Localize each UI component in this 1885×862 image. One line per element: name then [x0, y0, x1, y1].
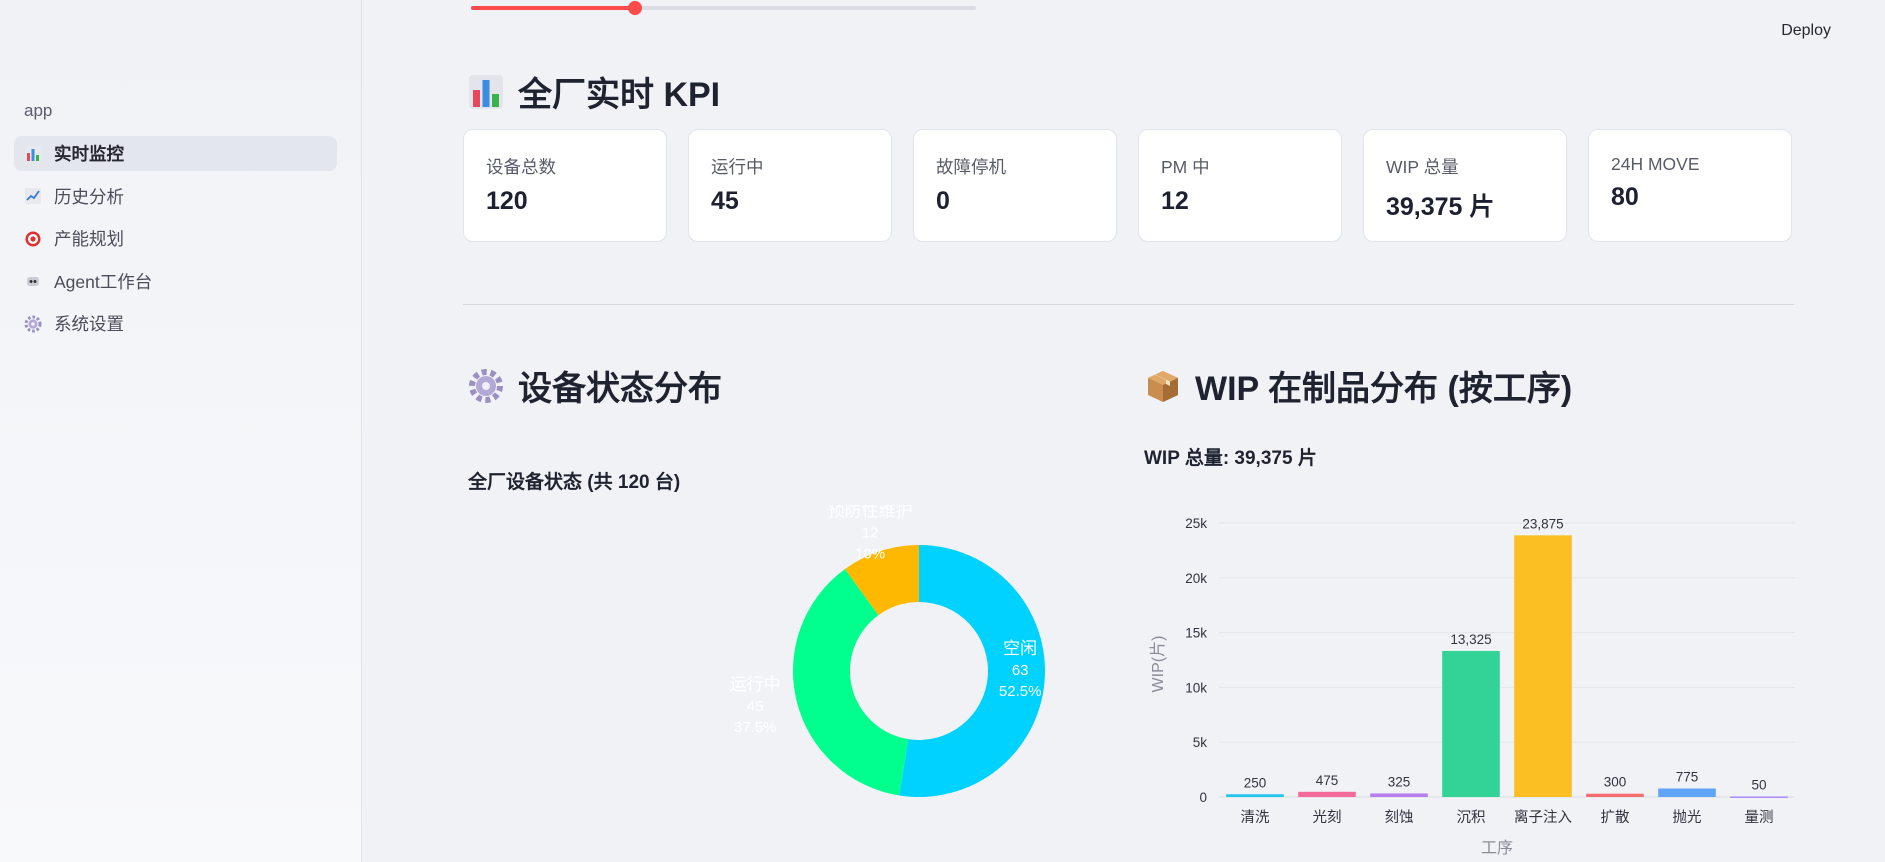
y-tick-label: 25k — [1185, 516, 1207, 531]
kpi-value: 12 — [1161, 187, 1189, 215]
sidebar-item-realtime-monitor[interactable]: 实时监控 — [14, 136, 337, 171]
bar-chart-icon — [24, 145, 42, 163]
y-tick-label: 20k — [1185, 571, 1207, 586]
bar[interactable] — [1586, 793, 1644, 797]
bar-value-label: 13,325 — [1450, 632, 1491, 647]
x-tick-label: 清洗 — [1241, 809, 1270, 826]
pie-label-value: 63 — [1012, 662, 1029, 679]
bar[interactable] — [1370, 793, 1428, 797]
pie-label-name: 运行中 — [730, 675, 781, 694]
equipment-heading: 设备状态分布 — [468, 361, 722, 410]
bar[interactable] — [1514, 535, 1572, 797]
kpi-row: 设备总数 120 运行中 45 故障停机 0 PM 中 12 WIP 总量 39… — [463, 129, 1792, 242]
sidebar-item-label: 产能规划 — [54, 229, 124, 249]
bar-value-label: 250 — [1244, 775, 1267, 790]
bar-value-label: 325 — [1388, 774, 1411, 789]
sidebar-item-agent-workbench[interactable]: Agent工作台 — [14, 264, 337, 299]
sidebar-item-label: 系统设置 — [54, 314, 124, 334]
y-tick-label: 0 — [1199, 790, 1207, 805]
x-tick-label: 刻蚀 — [1385, 809, 1414, 826]
bar-value-label: 775 — [1676, 770, 1699, 785]
x-tick-label: 沉积 — [1457, 809, 1486, 826]
section-title: 设备状态分布 — [518, 370, 722, 408]
kpi-card-wip-total: WIP 总量 39,375 片 — [1363, 129, 1567, 242]
chart-title: 全厂设备状态 (共 120 台) — [468, 472, 681, 493]
kpi-value: 120 — [486, 187, 528, 215]
sidebar-nav: 实时监控 历史分析 产能规划 Agent工作台 系统设置 — [14, 136, 337, 349]
bar-chart-icon — [468, 74, 504, 110]
x-tick-label: 离子注入 — [1514, 809, 1572, 826]
slider-thumb[interactable] — [628, 1, 643, 15]
bar-value-label: 300 — [1604, 775, 1627, 790]
page-title: 全厂实时 KPI — [518, 76, 721, 114]
kpi-heading: 全厂实时 KPI — [468, 67, 720, 116]
kpi-value: 45 — [711, 187, 739, 215]
robot-icon — [24, 272, 42, 290]
x-tick-label: 扩散 — [1601, 809, 1630, 826]
kpi-card-total-equipment: 设备总数 120 — [463, 129, 667, 242]
app-label: app — [24, 101, 53, 120]
bar[interactable] — [1442, 650, 1500, 797]
x-tick-label: 量测 — [1745, 809, 1774, 826]
main-content: Deploy 全厂实时 KPI 设备总数 120 运行中 45 故障停机 0 P… — [363, 0, 1885, 862]
kpi-label: 运行中 — [711, 157, 764, 177]
sidebar-item-history-analysis[interactable]: 历史分析 — [14, 179, 337, 214]
gear-icon — [24, 315, 42, 333]
bar[interactable] — [1730, 796, 1788, 798]
kpi-card-24h-move: 24H MOVE 80 — [1588, 129, 1792, 242]
kpi-value: 80 — [1611, 183, 1639, 211]
kpi-value: 0 — [936, 187, 950, 215]
trend-chart-icon — [24, 187, 42, 205]
section-title: WIP 在制品分布 (按工序) — [1195, 370, 1573, 408]
wip-bar-chart: 0 5k 10k 15k 20k 25k 250 清洗 475 光刻 325 刻蚀 13,325 沉积 23… — [1149, 516, 1795, 857]
pie-label-value: 12 — [862, 525, 879, 542]
bar-value-label: 475 — [1316, 773, 1339, 788]
y-tick-label: 5k — [1193, 735, 1208, 750]
kpi-label: 故障停机 — [936, 157, 1006, 177]
pie-label-value: 45 — [747, 698, 764, 715]
deploy-button[interactable]: Deploy — [1781, 22, 1831, 40]
pie-label-name: 预防性维护 — [828, 505, 913, 521]
sidebar-item-system-settings[interactable]: 系统设置 — [14, 306, 337, 341]
y-tick-label: 15k — [1185, 626, 1207, 641]
x-tick-label: 光刻 — [1313, 809, 1342, 826]
divider — [463, 304, 1794, 305]
sidebar-item-label: 实时监控 — [54, 144, 124, 164]
kpi-card-pm: PM 中 12 — [1138, 129, 1342, 242]
slider-fill — [471, 6, 636, 10]
sidebar-item-capacity-planning[interactable]: 产能规划 — [14, 221, 337, 256]
kpi-card-fault-down: 故障停机 0 — [913, 129, 1117, 242]
pie-label-percent: 10% — [855, 546, 885, 563]
x-axis-title: 工序 — [1481, 839, 1513, 857]
sidebar: app 实时监控 历史分析 产能规划 Agent工作台 系统设置 — [0, 0, 362, 862]
bar-value-label: 23,875 — [1522, 516, 1563, 531]
sidebar-item-label: Agent工作台 — [54, 271, 153, 292]
bar[interactable] — [1658, 788, 1716, 797]
bar-value-label: 50 — [1751, 777, 1766, 792]
bar[interactable] — [1226, 794, 1284, 797]
bar[interactable] — [1298, 791, 1356, 797]
pie-label-percent: 37.5% — [734, 719, 777, 736]
equipment-status-donut-chart: 空闲6352.5%运行中4537.5%预防性维护1210%空闲运行中预防性维护 — [730, 505, 1045, 797]
x-tick-label: 抛光 — [1673, 809, 1702, 826]
wip-heading: WIP 在制品分布 (按工序) — [1145, 361, 1572, 410]
kpi-label: WIP 总量 — [1386, 157, 1459, 177]
kpi-value: 39,375 片 — [1386, 193, 1495, 221]
kpi-card-running: 运行中 45 — [688, 129, 892, 242]
chart-title: WIP 总量: 39,375 片 — [1144, 448, 1317, 469]
sidebar-item-label: 历史分析 — [54, 186, 124, 207]
page-slider[interactable] — [471, 1, 976, 15]
kpi-label: 设备总数 — [486, 157, 556, 177]
target-icon — [24, 230, 42, 248]
y-axis-title: WIP(片) — [1149, 636, 1167, 693]
kpi-label: PM 中 — [1161, 157, 1210, 177]
pie-label-name: 空闲 — [1003, 639, 1037, 658]
pie-label: 运行中 45 37.5% — [730, 675, 781, 736]
package-icon — [1145, 368, 1181, 404]
gear-icon — [468, 368, 504, 404]
kpi-label: 24H MOVE — [1611, 154, 1700, 174]
pie-label-percent: 52.5% — [999, 683, 1042, 700]
y-tick-label: 10k — [1185, 680, 1207, 695]
